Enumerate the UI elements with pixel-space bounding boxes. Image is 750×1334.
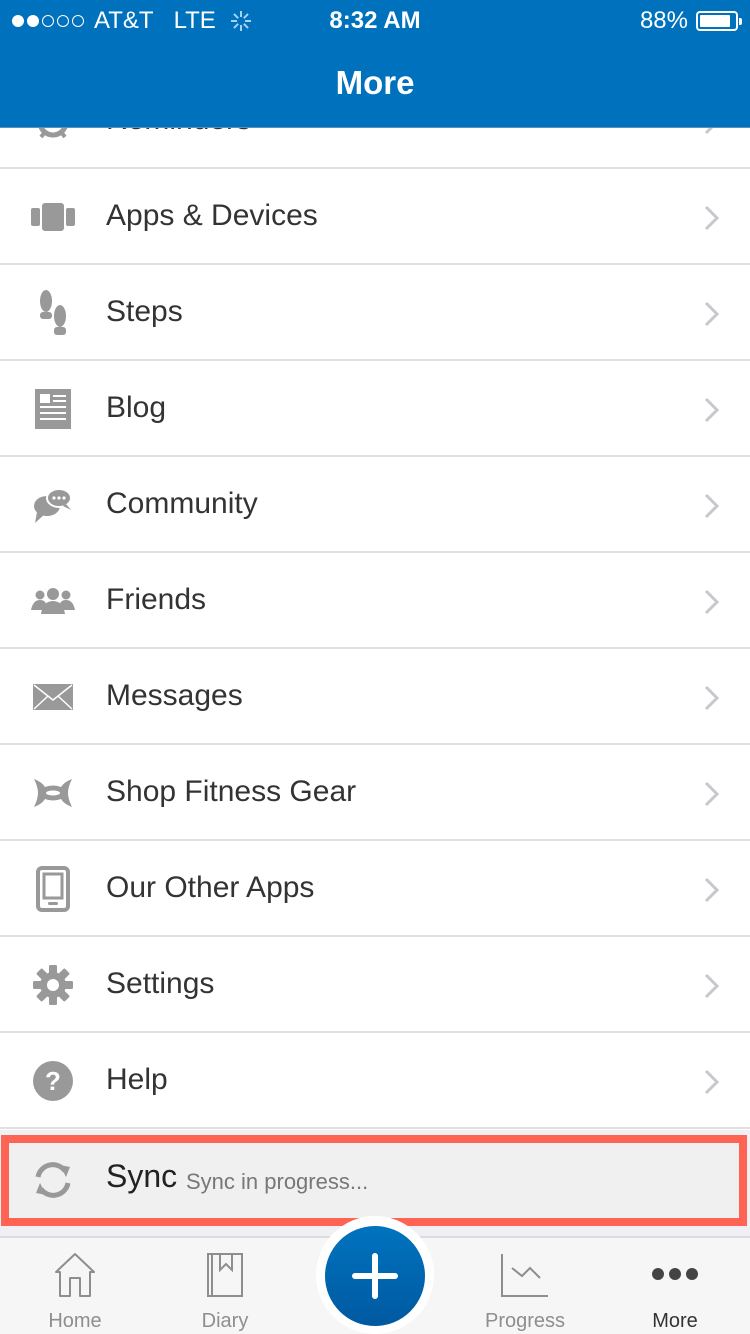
battery-percent: 88% [639, 7, 688, 34]
menu-item-label: Messages [106, 679, 243, 712]
status-time: 8:32 AM [329, 7, 421, 34]
home-icon [55, 1253, 95, 1297]
tab-label: More [652, 1310, 698, 1332]
sync-status-text: Sync in progress... [186, 1169, 369, 1194]
menu-item-messages[interactable]: Messages [0, 649, 750, 745]
menu-item-label: Apps & Devices [106, 199, 318, 232]
chevron-right-icon [704, 781, 720, 807]
page-title: More [335, 64, 415, 101]
chevron-right-icon [704, 493, 720, 519]
battery-icon [696, 11, 742, 31]
question-circle-icon: ? [30, 1061, 76, 1101]
more-dots-icon [652, 1268, 698, 1280]
under-armour-logo-icon [30, 773, 76, 813]
chevron-right-icon [704, 205, 720, 231]
svg-text:?: ? [45, 1066, 61, 1096]
chat-bubbles-icon [30, 485, 76, 525]
status-bar: AT&T LTE 8:32 AM 88% [0, 0, 750, 40]
chevron-right-icon [704, 397, 720, 423]
add-entry-button[interactable] [325, 1226, 425, 1326]
chevron-right-icon [704, 1069, 720, 1095]
menu-item-steps[interactable]: Steps [0, 265, 750, 361]
menu-item-friends[interactable]: Friends [0, 553, 750, 649]
menu-item-help[interactable]: ? Help [0, 1033, 750, 1129]
more-menu-list[interactable]: Reminders Apps & Devices Steps Blog Comm… [0, 73, 750, 1129]
chevron-right-icon [704, 301, 720, 327]
menu-item-blog[interactable]: Blog [0, 361, 750, 457]
menu-item-label: Settings [106, 967, 215, 1000]
menu-item-label: Shop Fitness Gear [106, 775, 357, 808]
chevron-right-icon [704, 589, 720, 615]
device-band-icon [30, 197, 76, 237]
menu-item-label: Blog [106, 391, 167, 424]
menu-item-label: Our Other Apps [106, 871, 315, 904]
menu-item-shop-fitness-gear[interactable]: Shop Fitness Gear [0, 745, 750, 841]
chevron-right-icon [704, 973, 720, 999]
menu-item-settings[interactable]: Settings [0, 937, 750, 1033]
tab-label: Diary [201, 1310, 249, 1332]
tab-label: Home [48, 1310, 102, 1332]
newspaper-icon [30, 389, 76, 429]
tab-label: Progress [484, 1310, 566, 1332]
menu-item-our-other-apps[interactable]: Our Other Apps [0, 841, 750, 937]
gear-icon [30, 965, 76, 1005]
tab-progress[interactable]: Progress [450, 1238, 600, 1334]
diary-book-icon [207, 1253, 243, 1297]
footprints-icon [30, 290, 76, 335]
tab-more[interactable]: More [600, 1238, 750, 1334]
envelope-icon [30, 677, 76, 717]
navigation-bar: More [0, 40, 750, 128]
menu-item-label: Steps [106, 295, 183, 328]
menu-item-label: Friends [106, 583, 207, 616]
menu-item-apps-devices[interactable]: Apps & Devices [0, 169, 750, 265]
people-icon [30, 581, 76, 621]
chevron-right-icon [704, 877, 720, 903]
chevron-right-icon [704, 685, 720, 711]
sync-icon [35, 1162, 71, 1198]
tab-diary[interactable]: Diary [150, 1238, 300, 1334]
menu-item-label: Community [106, 487, 258, 520]
sync-label: Sync [106, 1158, 178, 1194]
menu-item-community[interactable]: Community [0, 457, 750, 553]
menu-item-label: Help [106, 1063, 168, 1096]
tab-home[interactable]: Home [0, 1238, 150, 1334]
tablet-icon [30, 866, 76, 912]
progress-chart-icon [501, 1254, 548, 1297]
